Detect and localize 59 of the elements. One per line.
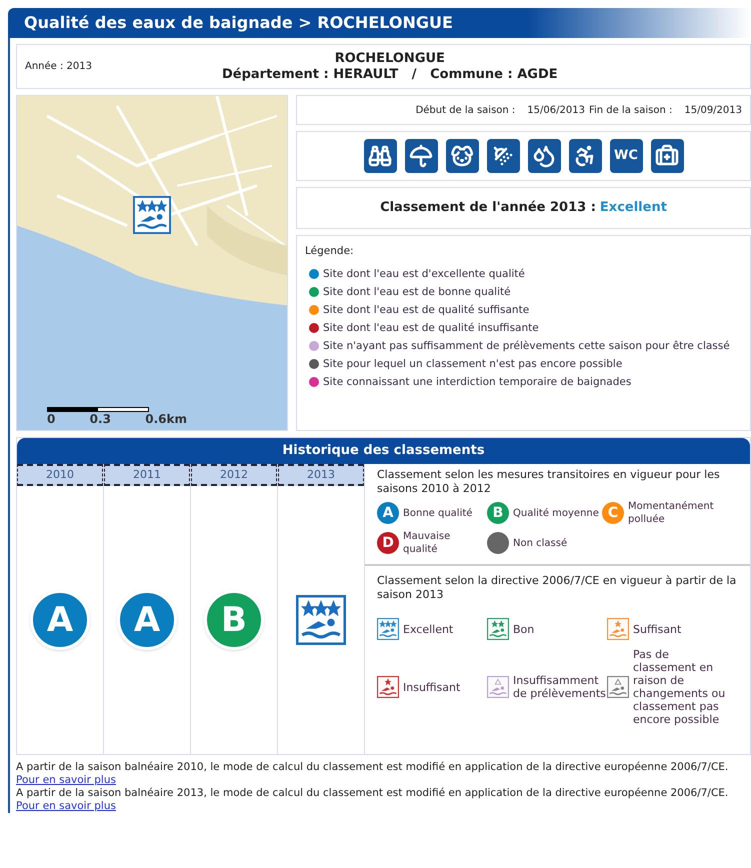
- legend-title: Légende:: [305, 244, 355, 259]
- directive-label: Insuffisamment de prélèvements: [513, 674, 607, 700]
- info-note: A partir de la saison balnéaire 2013, le mode de calcul du classement est modifié en application de la directive européenne 2006/7/CE. Pour en savoir plus: [16, 787, 730, 813]
- season-start-date: 15/06/2013: [527, 104, 585, 118]
- swimmer-icon: [133, 196, 171, 234]
- ranking-label: Classement de l'année 2013 :: [380, 199, 596, 218]
- more-info-link[interactable]: Pour en savoir plus: [16, 774, 116, 786]
- directive-label: Bon: [513, 622, 534, 636]
- grade-label: Non classé: [513, 536, 568, 550]
- year-header: 2010: [17, 464, 103, 486]
- legend-text: Site dont l'eau est de qualité insuffisante: [323, 322, 539, 334]
- droplets-icon: [528, 139, 560, 173]
- grade-badge: C: [602, 502, 624, 524]
- season-start-label: Début de la saison :: [416, 104, 516, 118]
- grade-badge: A: [30, 590, 90, 650]
- grade-badge: A: [117, 590, 177, 650]
- grade-label: Qualité moyenne: [513, 506, 599, 520]
- year-header: 2011: [104, 464, 190, 486]
- site-location: Département : HERAULT / Commune : AGDE: [222, 66, 558, 82]
- year-text: Année : 2013: [24, 60, 93, 74]
- legend-text: Site dont l'eau est de bonne qualité: [323, 286, 511, 298]
- legend-text: Site dont l'eau est de qualité suffisante: [323, 304, 530, 316]
- dog-icon: [446, 139, 478, 173]
- history-header: Historique des classements: [17, 438, 750, 464]
- directive-title: Classement selon la directive 2006/7/CE en vigueur à partir de la saison 2013: [377, 574, 738, 602]
- grade-label: Mauvaise qualité: [403, 530, 452, 556]
- directive-label: Insuffisant: [403, 680, 460, 694]
- scale-label: 0: [47, 412, 56, 426]
- season-end-date: 15/09/2013: [684, 104, 742, 118]
- shower-icon: [486, 139, 520, 173]
- title-bar: Qualité des eaux de baignade > ROCHELONGUE: [8, 8, 751, 38]
- directive-label: Pas de classement en raison de changements ou classement pas encore possible: [633, 648, 726, 726]
- first-aid-icon: [650, 139, 684, 173]
- legend-text: Site n'ayant pas suffisamment de prélèvements cette saison pour être classé: [323, 340, 730, 352]
- wheelchair-icon: [568, 139, 602, 173]
- site-name: ROCHELONGUE: [334, 50, 445, 66]
- scale-label: 0.6km: [145, 412, 187, 426]
- transitional-title: Classement selon les mesures transitoires en vigueur pour les saisons 2010 à 2012: [377, 468, 721, 496]
- grade-badge: B: [487, 502, 509, 524]
- year-header: 2012: [191, 464, 277, 486]
- legend-text: Site pour lequel un classement n'est pas encore possible: [323, 358, 622, 370]
- year-header: 2013: [278, 464, 364, 486]
- legend-text: Site connaissant une interdiction temporaire de baignades: [323, 376, 632, 388]
- grade-badge: A: [377, 502, 399, 524]
- info-note: A partir de la saison balnéaire 2010, le mode de calcul du classement est modifié en application de la directive européenne 2006/7/CE. Pour en savoir plus: [16, 761, 730, 787]
- legend-text: Site dont l'eau est d'excellente qualité: [323, 268, 525, 280]
- wc-sign: WC: [610, 139, 642, 173]
- grade-badge: B: [204, 590, 264, 650]
- umbrella-icon: [404, 139, 438, 173]
- grade-label: Bonne qualité: [403, 506, 472, 520]
- more-info-link[interactable]: Pour en savoir plus: [16, 800, 116, 812]
- grade-label: Momentanément polluée: [628, 500, 715, 526]
- binoculars-icon: [364, 139, 396, 173]
- directive-label: Excellent: [403, 622, 454, 636]
- grade-badge: D: [377, 532, 399, 554]
- directive-label: Suffisant: [633, 622, 682, 636]
- scale-label: 0.3: [90, 412, 111, 426]
- season-end-label: Fin de la saison :: [588, 104, 672, 118]
- ranking-value: Excellent: [600, 199, 667, 218]
